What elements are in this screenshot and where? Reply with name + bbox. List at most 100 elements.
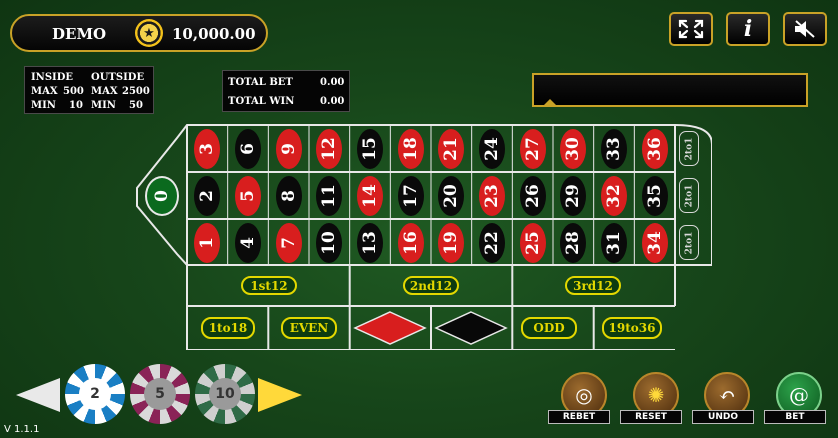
dozen-2nd12[interactable]: 2nd12 (403, 276, 459, 295)
bet-19to36[interactable]: 19to36 (602, 317, 662, 339)
number-3[interactable]: 3 (194, 128, 221, 169)
rebet-chips-icon: ◎ (575, 383, 593, 407)
number-20[interactable]: 20 (438, 175, 465, 216)
number-label: 25 (522, 230, 543, 255)
number-34[interactable]: 34 (641, 222, 668, 263)
number-14[interactable]: 14 (357, 175, 383, 216)
chip-10[interactable]: 10 (195, 364, 255, 424)
roulette-table: 0 2to1 2to1 2to1 1st12 2nd12 3rd12 1to18… (135, 124, 712, 350)
number-8[interactable]: 8 (275, 175, 302, 216)
message-bar (532, 73, 808, 107)
dozen-3rd12[interactable]: 3rd12 (565, 276, 621, 295)
number-label: 0 (152, 190, 172, 202)
chip-prev-arrow-icon[interactable] (16, 378, 60, 412)
total-win-label: TOTAL WIN (228, 96, 295, 107)
chip-2[interactable]: 2 (65, 364, 125, 424)
number-30[interactable]: 30 (560, 128, 587, 169)
outside-max-value: 2500 (122, 86, 150, 97)
number-33[interactable]: 33 (601, 128, 627, 169)
number-17[interactable]: 17 (397, 175, 424, 216)
bet-label: BET (764, 410, 826, 424)
number-label: 30 (563, 136, 584, 161)
sound-icon (795, 20, 815, 38)
number-label: 18 (400, 136, 421, 161)
number-label: 14 (359, 183, 380, 208)
number-label: 34 (644, 230, 665, 255)
bet-odd[interactable]: ODD (521, 317, 577, 339)
number-label: 13 (359, 230, 380, 255)
number-21[interactable]: 21 (438, 128, 465, 169)
max-label-outside: MAX (91, 86, 118, 97)
bet-black[interactable] (432, 308, 510, 348)
dozen-label: 3rd12 (573, 278, 613, 293)
number-6[interactable]: 6 (235, 128, 261, 169)
number-15[interactable]: 15 (357, 128, 383, 169)
inside-max-value: 500 (63, 86, 84, 97)
number-label: 26 (522, 183, 543, 208)
number-23[interactable]: 23 (479, 175, 505, 216)
chip-5[interactable]: 5 (130, 364, 190, 424)
column-bet-bottom[interactable]: 2to1 (679, 225, 699, 260)
column-label: 2to1 (684, 231, 694, 254)
column-bet-middle[interactable]: 2to1 (679, 178, 699, 213)
number-11[interactable]: 11 (316, 175, 343, 216)
rebet-label: REBET (548, 410, 610, 424)
number-label: 5 (238, 189, 258, 202)
bet-even[interactable]: EVEN (281, 317, 337, 339)
number-24[interactable]: 24 (479, 128, 505, 169)
version-label: V 1.1.1 (4, 424, 40, 435)
number-9[interactable]: 9 (275, 128, 302, 169)
number-28[interactable]: 28 (560, 222, 587, 263)
number-36[interactable]: 36 (641, 128, 668, 169)
number-label: 21 (441, 136, 462, 161)
outside-label: 1to18 (208, 321, 248, 335)
dozen-1st12[interactable]: 1st12 (241, 276, 297, 295)
number-32[interactable]: 32 (601, 175, 627, 216)
number-29[interactable]: 29 (560, 175, 587, 216)
number-2[interactable]: 2 (194, 175, 221, 216)
number-25[interactable]: 25 (519, 222, 546, 263)
number-12[interactable]: 12 (316, 128, 343, 169)
number-16[interactable]: 16 (397, 222, 424, 263)
totals-panel: TOTAL BET 0.00 TOTAL WIN 0.00 (222, 70, 350, 112)
number-10[interactable]: 10 (316, 222, 343, 263)
reset-label: RESET (620, 410, 682, 424)
number-35[interactable]: 35 (641, 175, 668, 216)
total-bet-label: TOTAL BET (228, 77, 293, 88)
message-caret-icon (544, 99, 556, 105)
number-label: 29 (563, 183, 584, 208)
column-bet-top[interactable]: 2to1 (679, 131, 699, 166)
number-label: 22 (481, 230, 502, 255)
fullscreen-button[interactable] (669, 12, 713, 46)
number-label: 32 (603, 183, 624, 208)
undo-label: UNDO (692, 410, 754, 424)
number-1[interactable]: 1 (194, 222, 221, 263)
number-label: 6 (238, 142, 258, 155)
number-5[interactable]: 5 (235, 175, 261, 216)
max-label: MAX (31, 86, 58, 97)
number-13[interactable]: 13 (357, 222, 383, 263)
number-7[interactable]: 7 (275, 222, 302, 263)
number-27[interactable]: 27 (519, 128, 546, 169)
bet-1to18[interactable]: 1to18 (201, 317, 255, 339)
outside-label: OUTSIDE (91, 72, 145, 83)
number-19[interactable]: 19 (438, 222, 465, 263)
bet-red[interactable] (351, 308, 429, 348)
outside-label: ODD (533, 321, 565, 335)
number-label: 19 (441, 230, 462, 255)
chip-next-arrow-icon[interactable] (258, 378, 302, 412)
number-18[interactable]: 18 (397, 128, 424, 169)
sound-button[interactable] (783, 12, 827, 46)
number-26[interactable]: 26 (519, 175, 546, 216)
number-4[interactable]: 4 (235, 222, 261, 263)
number-label: 24 (481, 136, 502, 161)
chip-value: 2 (79, 378, 111, 410)
info-button[interactable]: i (726, 12, 770, 46)
number-22[interactable]: 22 (479, 222, 505, 263)
number-zero[interactable]: 0 (145, 176, 179, 216)
bet-spiral-icon: @ (789, 383, 809, 407)
info-icon: i (743, 16, 753, 42)
inside-label: INSIDE (31, 72, 74, 83)
number-label: 2 (197, 189, 218, 202)
number-31[interactable]: 31 (601, 222, 627, 263)
